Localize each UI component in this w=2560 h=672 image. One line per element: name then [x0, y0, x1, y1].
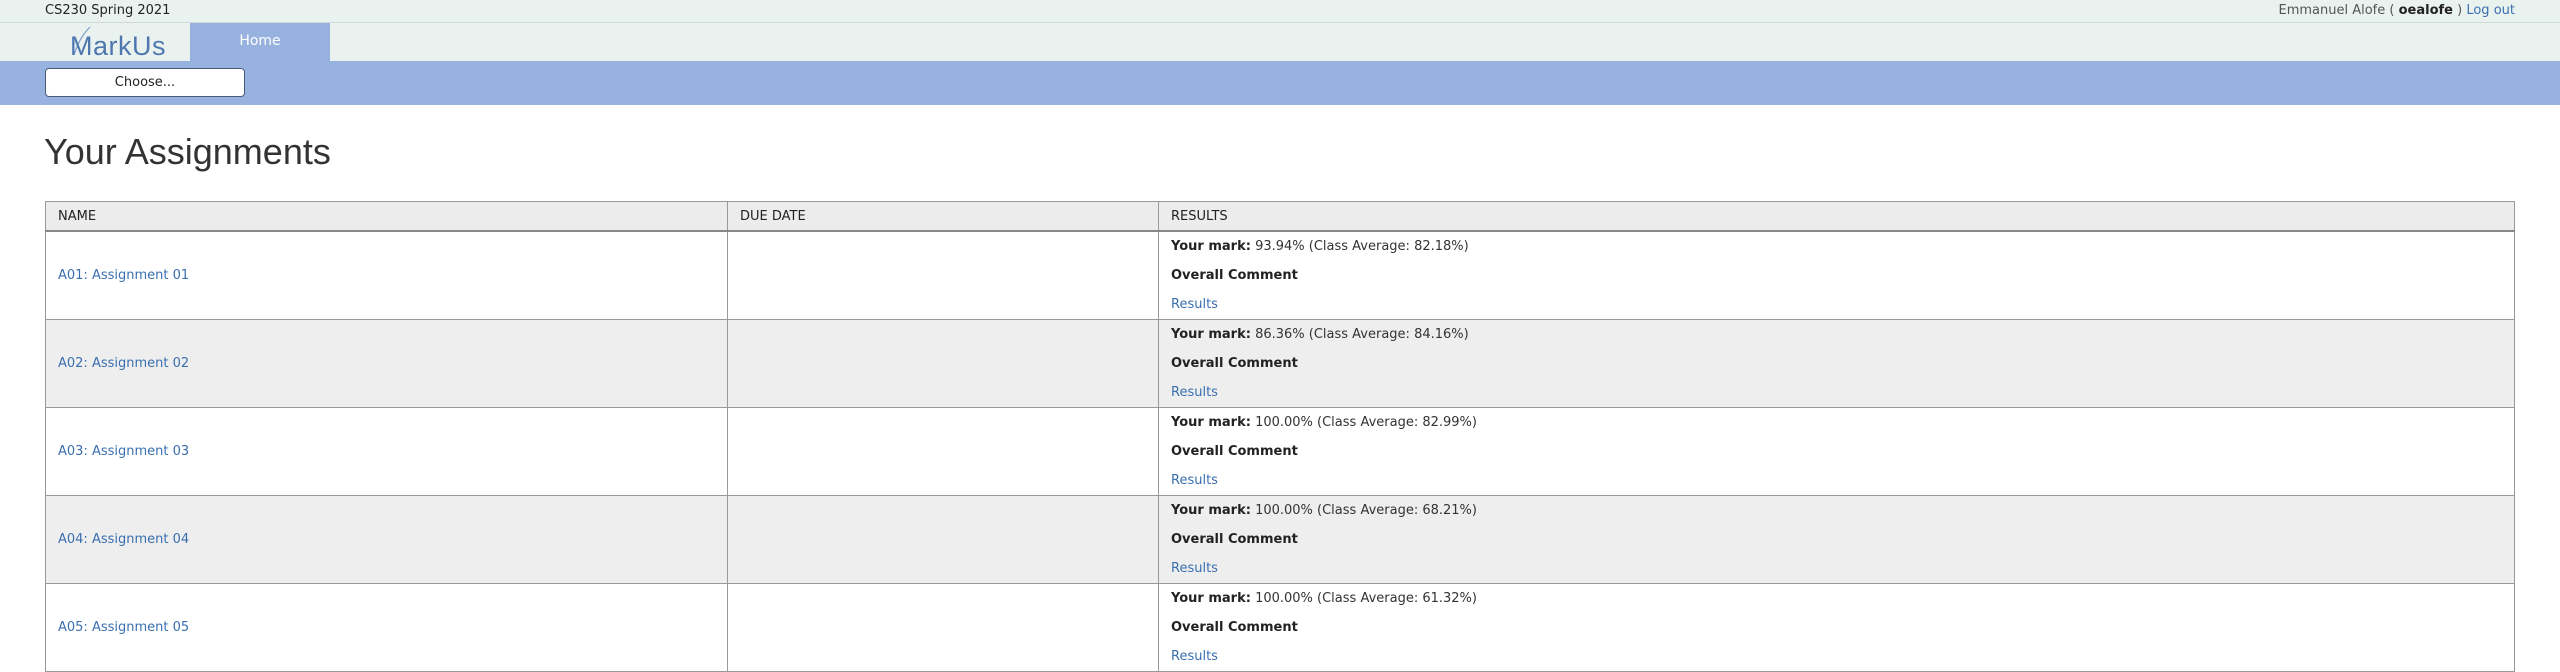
username: oealofe — [2398, 3, 2453, 18]
table-row: A01: Assignment 01 Your mark: 93.94% (Cl… — [45, 230, 2515, 320]
results-cell: Your mark: 86.36% (Class Average: 84.16%… — [1158, 319, 2515, 408]
due-date-cell — [727, 583, 1159, 672]
assignment-link[interactable]: A04: Assignment 04 — [58, 532, 189, 547]
mark-line: Your mark: 93.94% (Class Average: 82.18%… — [1171, 232, 2514, 261]
choose-assignment-button[interactable]: Choose... — [45, 68, 245, 97]
logout-link[interactable]: Log out — [2466, 3, 2515, 18]
results-line: Results — [1171, 642, 2514, 671]
results-link[interactable]: Results — [1171, 561, 1218, 576]
sub-nav: Choose... — [0, 61, 2560, 105]
results-cell: Your mark: 93.94% (Class Average: 82.18%… — [1158, 230, 2515, 320]
overall-comment-label: Overall Comment — [1171, 620, 1298, 635]
course-name: CS230 Spring 2021 — [45, 3, 171, 18]
results-link[interactable]: Results — [1171, 649, 1218, 664]
results-link[interactable]: Results — [1171, 297, 1218, 312]
mark-label: Your mark: — [1171, 591, 1251, 606]
mark-label: Your mark: — [1171, 415, 1251, 430]
name-cell: A02: Assignment 02 — [45, 319, 728, 408]
column-header-results[interactable]: RESULTS — [1158, 201, 2515, 232]
assignment-link[interactable]: A05: Assignment 05 — [58, 620, 189, 635]
mark-line: Your mark: 100.00% (Class Average: 68.21… — [1171, 496, 2514, 525]
due-date-cell — [727, 230, 1159, 320]
overall-comment-line: Overall Comment — [1171, 437, 2514, 466]
results-line: Results — [1171, 554, 2514, 583]
mark-value: 86.36% (Class Average: 84.16%) — [1255, 327, 1469, 342]
name-cell: A01: Assignment 01 — [45, 230, 728, 320]
table-row: A03: Assignment 03 Your mark: 100.00% (C… — [45, 407, 2515, 496]
mark-value: 100.00% (Class Average: 68.21%) — [1255, 503, 1477, 518]
table-row: A04: Assignment 04 Your mark: 100.00% (C… — [45, 495, 2515, 584]
overall-comment-line: Overall Comment — [1171, 525, 2514, 554]
results-link[interactable]: Results — [1171, 385, 1218, 400]
name-cell: A05: Assignment 05 — [45, 583, 728, 672]
results-line: Results — [1171, 290, 2514, 319]
assignments-table: NAME DUE DATE RESULTS A01: Assignment 01… — [45, 201, 2515, 672]
results-line: Results — [1171, 466, 2514, 495]
due-date-cell — [727, 407, 1159, 496]
user-full-name: Emmanuel Alofe ( — [2278, 3, 2395, 18]
user-suffix: ) — [2457, 3, 2463, 18]
logo-text: MarkUs — [70, 31, 166, 61]
assignment-link[interactable]: A03: Assignment 03 — [58, 444, 189, 459]
overall-comment-line: Overall Comment — [1171, 613, 2514, 642]
mark-label: Your mark: — [1171, 239, 1251, 254]
mark-line: Your mark: 100.00% (Class Average: 61.32… — [1171, 584, 2514, 613]
page-title: Your Assignments — [44, 131, 331, 172]
overall-comment-line: Overall Comment — [1171, 349, 2514, 378]
name-cell: A03: Assignment 03 — [45, 407, 728, 496]
mark-value: 100.00% (Class Average: 61.32%) — [1255, 591, 1477, 606]
overall-comment-label: Overall Comment — [1171, 356, 1298, 371]
mark-label: Your mark: — [1171, 327, 1251, 342]
results-link[interactable]: Results — [1171, 473, 1218, 488]
table-row: A02: Assignment 02 Your mark: 86.36% (Cl… — [45, 319, 2515, 408]
results-line: Results — [1171, 378, 2514, 407]
tab-home[interactable]: Home — [190, 23, 330, 61]
table-header-row: NAME DUE DATE RESULTS — [45, 201, 2515, 232]
top-bar: CS230 Spring 2021 Emmanuel Alofe ( oealo… — [0, 0, 2560, 23]
main-nav: MarkUs Home — [0, 23, 2560, 61]
overall-comment-line: Overall Comment — [1171, 261, 2514, 290]
due-date-cell — [727, 495, 1159, 584]
markus-logo[interactable]: MarkUs — [60, 25, 170, 61]
mark-label: Your mark: — [1171, 503, 1251, 518]
mark-line: Your mark: 86.36% (Class Average: 84.16%… — [1171, 320, 2514, 349]
results-cell: Your mark: 100.00% (Class Average: 68.21… — [1158, 495, 2515, 584]
mark-value: 93.94% (Class Average: 82.18%) — [1255, 239, 1469, 254]
results-cell: Your mark: 100.00% (Class Average: 82.99… — [1158, 407, 2515, 496]
user-area: Emmanuel Alofe ( oealofe ) Log out — [2278, 0, 2515, 22]
mark-line: Your mark: 100.00% (Class Average: 82.99… — [1171, 408, 2514, 437]
name-cell: A04: Assignment 04 — [45, 495, 728, 584]
results-cell: Your mark: 100.00% (Class Average: 61.32… — [1158, 583, 2515, 672]
column-header-due-date[interactable]: DUE DATE — [727, 201, 1159, 232]
column-header-name[interactable]: NAME — [45, 201, 728, 232]
assignment-link[interactable]: A02: Assignment 02 — [58, 356, 189, 371]
assignment-link[interactable]: A01: Assignment 01 — [58, 268, 189, 283]
overall-comment-label: Overall Comment — [1171, 268, 1298, 283]
mark-value: 100.00% (Class Average: 82.99%) — [1255, 415, 1477, 430]
overall-comment-label: Overall Comment — [1171, 532, 1298, 547]
due-date-cell — [727, 319, 1159, 408]
overall-comment-label: Overall Comment — [1171, 444, 1298, 459]
table-row: A05: Assignment 05 Your mark: 100.00% (C… — [45, 583, 2515, 672]
